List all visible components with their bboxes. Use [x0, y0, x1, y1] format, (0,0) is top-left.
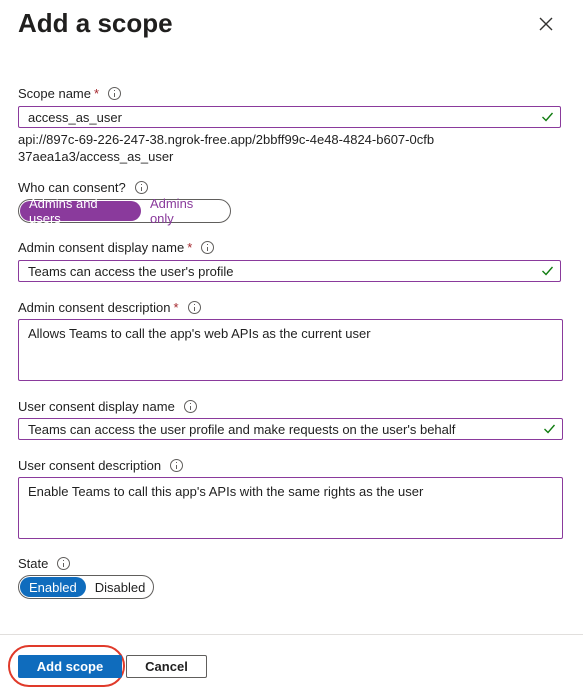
info-icon[interactable]: [57, 557, 71, 570]
state-toggle: Enabled Disabled: [18, 575, 154, 599]
info-icon[interactable]: [170, 459, 184, 472]
who-can-consent-toggle: Admins and users Admins only: [18, 196, 231, 226]
required-marker: *: [187, 240, 193, 255]
user-description-textarea[interactable]: Enable Teams to call this app's APIs wit…: [18, 477, 563, 539]
cancel-button[interactable]: Cancel: [126, 655, 207, 678]
scope-name-label: Scope name *: [18, 86, 122, 101]
state-label-text: State: [18, 556, 49, 571]
state-label: State: [18, 556, 71, 571]
scope-name-input[interactable]: access_as_user: [18, 106, 561, 128]
info-icon[interactable]: [187, 301, 201, 314]
admin-display-name-input[interactable]: Teams can access the user's profile: [18, 260, 561, 282]
admin-description-textarea[interactable]: Allows Teams to call the app's web APIs …: [18, 319, 563, 381]
info-icon[interactable]: [201, 241, 215, 254]
admin-display-name-label: Admin consent display name *: [18, 240, 215, 255]
who-can-consent-label: Who can consent?: [18, 180, 148, 195]
footer-divider: [0, 634, 583, 635]
required-marker: *: [173, 300, 179, 315]
admin-display-name-value: Teams can access the user's profile: [28, 263, 234, 279]
add-scope-button[interactable]: Add scope: [18, 655, 122, 678]
close-icon[interactable]: [536, 14, 556, 34]
option-enabled[interactable]: Enabled: [20, 577, 86, 597]
checkmark-icon: [542, 112, 554, 122]
scope-uri: api://897c-69-226-247-38.ngrok-free.app/…: [18, 132, 435, 164]
option-disabled[interactable]: Disabled: [86, 577, 155, 597]
info-icon[interactable]: [134, 181, 148, 194]
panel-title: Add a scope: [18, 8, 173, 38]
option-admins-and-users[interactable]: Admins and users: [20, 196, 141, 226]
admin-display-name-label-text: Admin consent display name: [18, 240, 185, 255]
info-icon[interactable]: [183, 400, 197, 413]
scope-name-label-text: Scope name: [18, 86, 91, 101]
info-icon[interactable]: [108, 87, 122, 100]
option-admins-only[interactable]: Admins only: [141, 196, 229, 226]
admin-description-label: Admin consent description *: [18, 300, 201, 315]
user-description-label-text: User consent description: [18, 458, 162, 473]
admin-description-label-text: Admin consent description: [18, 300, 171, 315]
user-description-label: User consent description: [18, 458, 184, 473]
checkmark-icon: [544, 424, 556, 434]
user-display-name-value: Teams can access the user profile and ma…: [28, 421, 456, 437]
who-can-consent-label-text: Who can consent?: [18, 180, 126, 195]
user-display-name-input[interactable]: Teams can access the user profile and ma…: [18, 418, 563, 440]
required-marker: *: [94, 86, 100, 101]
user-display-name-label: User consent display name: [18, 399, 197, 414]
scope-name-value: access_as_user: [28, 109, 122, 125]
user-display-name-label-text: User consent display name: [18, 399, 175, 414]
checkmark-icon: [542, 266, 554, 276]
